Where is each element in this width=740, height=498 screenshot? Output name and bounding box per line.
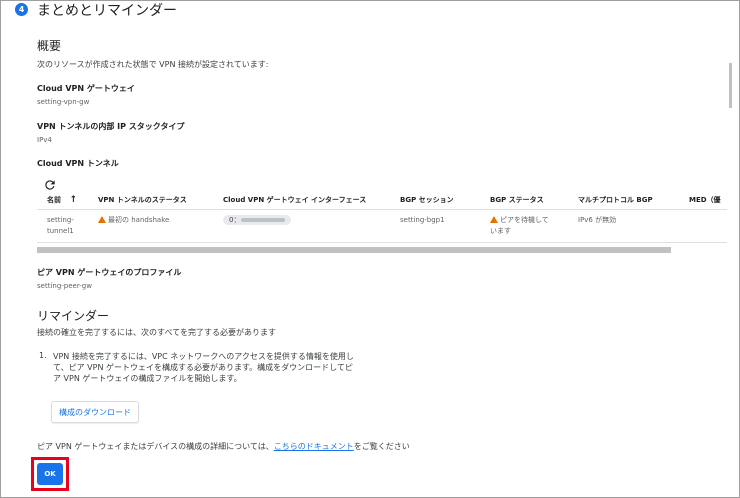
- documentation-link[interactable]: こちらのドキュメント: [274, 442, 354, 451]
- horizontal-scrollbar[interactable]: [37, 247, 671, 253]
- col-interface-header: Cloud VPN ゲートウェイ インターフェース: [223, 196, 367, 204]
- col-bgp-status-header: BGP ステータス: [490, 196, 544, 204]
- row-divider: [37, 242, 727, 243]
- row-bgp-session: setting-bgp1: [400, 216, 445, 224]
- gateway-label: Cloud VPN ゲートウェイ: [37, 84, 135, 93]
- row-tunnel-status: 最初の handshake: [98, 215, 169, 226]
- reminder-item-number: 1.: [39, 351, 47, 360]
- tunnel-label: Cloud VPN トンネル: [37, 159, 119, 168]
- interface-chip: 0：: [223, 215, 291, 225]
- vertical-scrollbar[interactable]: [729, 63, 732, 108]
- header-divider: [37, 209, 727, 210]
- warning-icon: [490, 216, 498, 223]
- warning-icon: [98, 216, 106, 223]
- col-tunnel-status-header: VPN トンネルのステータス: [98, 196, 187, 204]
- ip-stack-value: IPv4: [37, 136, 52, 144]
- row-bgp-status: ピアを待機して います: [490, 216, 549, 235]
- peer-gateway-value: setting-peer-gw: [37, 282, 92, 290]
- step-title: まとめとリマインダー: [37, 3, 177, 19]
- reminder-heading: リマインダー: [37, 309, 110, 323]
- peer-gateway-label: ピア VPN ゲートウェイのプロファイル: [37, 268, 182, 277]
- overview-intro: 次のリソースが作成された状態で VPN 接続が設定されています:: [37, 60, 269, 69]
- step-number-badge: 4: [15, 3, 28, 16]
- reminder-item-text: VPN 接続を完了するには、VPC ネットワークへのアクセスを提供する情報を使用…: [53, 352, 354, 383]
- col-med-header: MED（優: [689, 196, 721, 204]
- refresh-icon[interactable]: [43, 177, 57, 191]
- sort-arrow-up-icon: ↑: [69, 195, 77, 205]
- col-bgp-session-header: BGP セッション: [400, 196, 454, 204]
- redacted-value: [241, 218, 285, 222]
- download-config-button[interactable]: 構成のダウンロード: [51, 401, 139, 423]
- row-multiprotocol: IPv6 が無効: [578, 216, 617, 224]
- reminder-intro: 接続の確立を完了するには、次のすべてを完了する必要があります: [37, 328, 276, 337]
- col-multiprotocol-header: マルチプロトコル BGP: [578, 196, 653, 204]
- row-name: setting- tunnel1: [47, 216, 74, 235]
- col-name-header[interactable]: 名前 ↑: [47, 195, 77, 205]
- gateway-value: setting-vpn-gw: [37, 98, 90, 106]
- footer-note: ピア VPN ゲートウェイまたはデバイスの構成の詳細については、こちらのドキュメ…: [37, 442, 410, 451]
- overview-heading: 概要: [37, 39, 62, 53]
- ip-stack-label: VPN トンネルの内部 IP スタックタイプ: [37, 122, 185, 131]
- ok-button[interactable]: OK: [37, 463, 63, 485]
